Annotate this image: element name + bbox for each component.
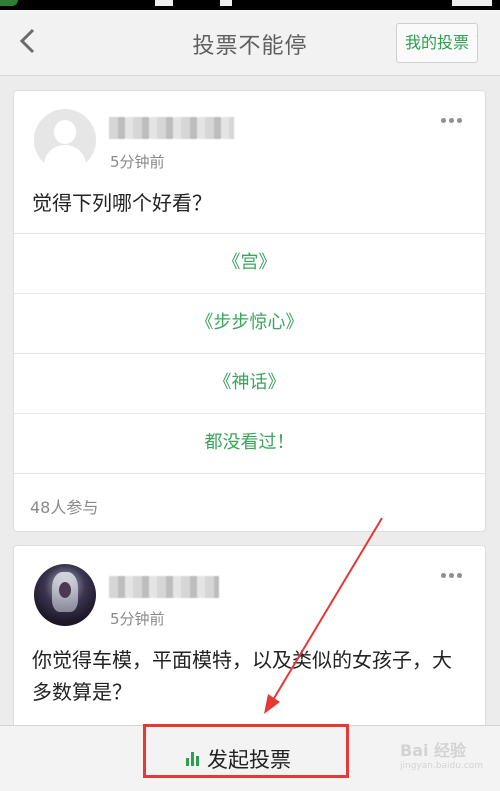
watermark: Bai 经验 jingyan.baidu.com bbox=[400, 737, 492, 781]
watermark-url: jingyan.baidu.com bbox=[400, 761, 484, 771]
watermark-logo: Bai 经验 bbox=[400, 741, 467, 760]
annotation-arrow-icon bbox=[264, 517, 383, 714]
